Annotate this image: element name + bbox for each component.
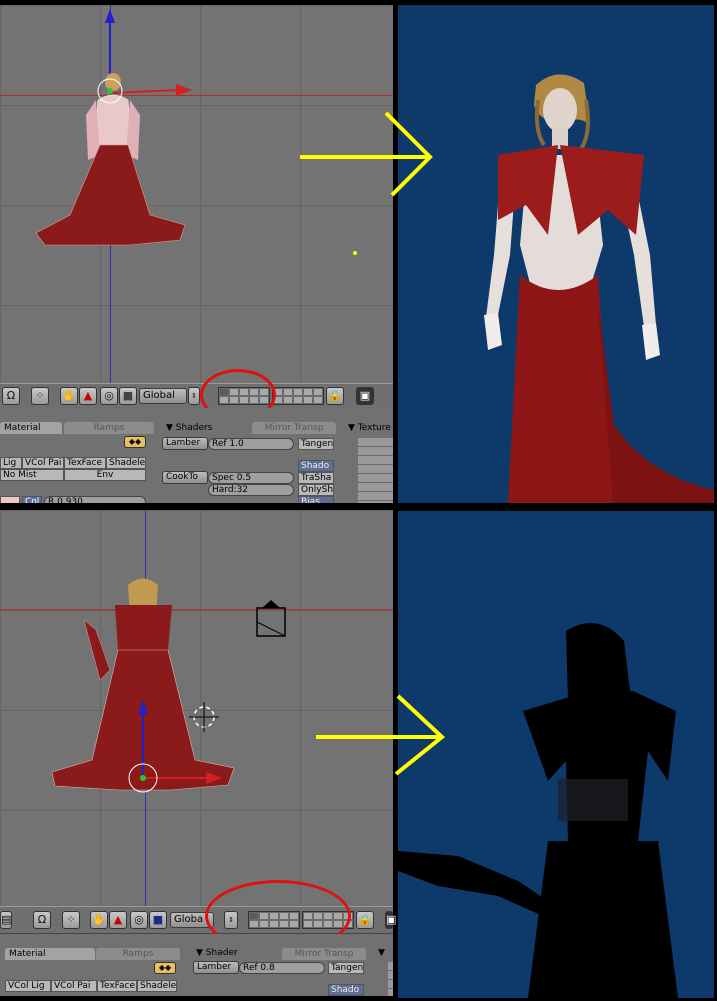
shadeless-button[interactable]: Shadele	[137, 980, 177, 992]
shaders-panel-title: ▼ Shaders	[166, 423, 213, 433]
top-viewport-header: Ω ⁘ ✋ ▲ ◎ ■ Global ⇕ 🔒 ▣	[0, 383, 393, 409]
vcol-pai-button[interactable]: VCol Pai	[22, 457, 64, 469]
tangent-button[interactable]: Tangen	[328, 962, 364, 974]
magnet-icon[interactable]: Ω	[2, 387, 20, 405]
orientation-dropdown-icon[interactable]: ⇕	[188, 387, 200, 405]
bottom-yellow-arrow	[316, 694, 446, 776]
z-arrow-icon	[105, 9, 115, 23]
render-icon[interactable]: ▣	[356, 387, 374, 405]
material-options-icon[interactable]: ◆◆	[124, 436, 146, 448]
no-mist-button[interactable]: No Mist	[0, 469, 64, 481]
diffuse-shader-select[interactable]: Lamber	[193, 961, 239, 974]
texture-channel-list[interactable]	[358, 438, 393, 504]
texture-panel-title: ▼ Texture	[348, 423, 391, 433]
spec-slider[interactable]: Spec 0.5	[208, 472, 294, 484]
manipulator-mode-icon[interactable]: ■	[149, 911, 167, 929]
top-buttons-window: Material Ramps ◆◆ Lig VCol Pai TexFace S…	[0, 408, 393, 504]
texface-button[interactable]: TexFace	[97, 980, 137, 992]
lig-button[interactable]: Lig	[0, 457, 22, 469]
tab-mirror-transp[interactable]: Mirror Transp	[282, 948, 366, 960]
scale-manipulator-icon[interactable]: ◎	[100, 387, 118, 405]
shadow-button[interactable]: Shado	[328, 984, 364, 996]
lock-icon[interactable]: 🔒	[326, 387, 344, 405]
tangent-button[interactable]: Tangen	[298, 438, 334, 450]
render-icon[interactable]: ▣	[385, 911, 396, 929]
top-render-window	[398, 5, 714, 503]
bottom-buttons-window: Material Ramps ◆◆ VCol Lig VCol Pai TexF…	[0, 934, 393, 996]
env-button[interactable]: Env	[64, 469, 146, 481]
layer-buttons-group-2[interactable]	[272, 387, 324, 405]
ref-slider[interactable]: Ref 1.0	[208, 438, 294, 450]
diffuse-shader-select[interactable]: Lamber	[162, 437, 208, 450]
material-options-icon[interactable]: ◆◆	[154, 962, 176, 974]
ref-slider[interactable]: Ref 0.8	[239, 962, 325, 974]
tab-mirror-transp[interactable]: Mirror Transp	[252, 422, 336, 434]
vcol-pai-button[interactable]: VCol Pai	[51, 980, 97, 992]
texture-channel-list[interactable]	[388, 962, 393, 996]
tab-ramps[interactable]: Ramps	[64, 422, 154, 434]
magnet-icon[interactable]: Ω	[33, 911, 51, 929]
specular-shader-select[interactable]: CookTo	[162, 471, 208, 484]
hand-grab-icon[interactable]: ✋	[90, 911, 108, 929]
texface-button[interactable]: TexFace	[64, 457, 106, 469]
lock-icon[interactable]: 🔒	[356, 911, 374, 929]
shadeless-button[interactable]: Shadele	[106, 457, 146, 469]
top-yellow-arrow	[300, 111, 433, 197]
shadow-button[interactable]: Shado	[298, 460, 334, 472]
scale-manipulator-icon[interactable]: ◎	[130, 911, 148, 929]
onlyshadow-button[interactable]: OnlySh	[298, 484, 334, 496]
x-arrow-icon	[176, 84, 192, 96]
tab-ramps[interactable]: Ramps	[96, 948, 180, 960]
trashadow-button[interactable]: TraSha	[298, 472, 334, 484]
snap-icon[interactable]: ⁘	[62, 911, 80, 929]
manipulator-mode-icon[interactable]: ■	[119, 387, 137, 405]
texture-panel-collapse-icon[interactable]: ▼	[378, 948, 385, 958]
vcol-lig-button[interactable]: VCol Lig	[5, 980, 51, 992]
rotate-manipulator-icon[interactable]: ▲	[109, 911, 127, 929]
camera-icon	[256, 607, 286, 637]
top-render-image	[484, 74, 714, 503]
tab-material[interactable]: Material	[0, 422, 62, 434]
hard-slider[interactable]: Hard:32	[208, 484, 294, 496]
tab-material[interactable]: Material	[5, 948, 95, 960]
hand-grab-icon[interactable]: ✋	[60, 387, 78, 405]
rotate-manipulator-icon[interactable]: ▲	[79, 387, 97, 405]
shaders-panel-title: ▼ Shader	[196, 948, 238, 958]
object-mode-icon[interactable]: ▤	[0, 911, 12, 929]
snap-icon[interactable]: ⁘	[31, 387, 49, 405]
orientation-select[interactable]: Global	[139, 388, 187, 404]
